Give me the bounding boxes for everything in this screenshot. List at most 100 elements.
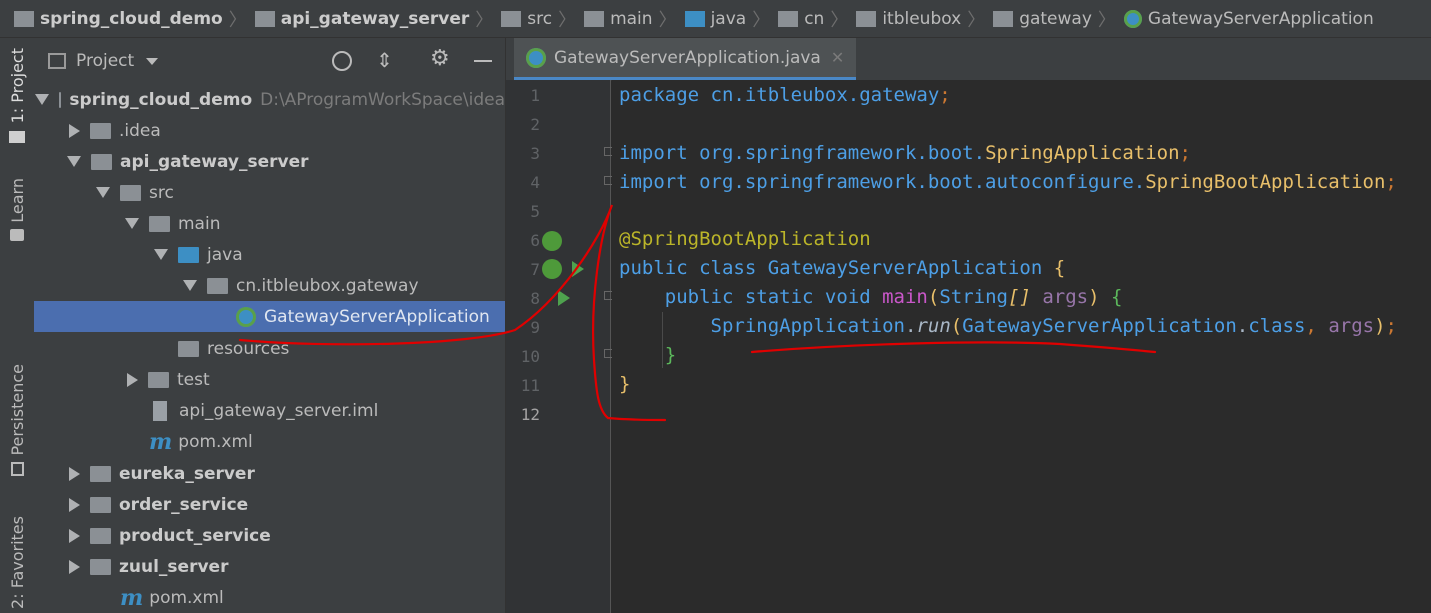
tree-node[interactable]: java: [34, 239, 505, 270]
tree-node-label: src: [149, 182, 174, 203]
tree-node-label: main: [178, 213, 221, 234]
line-number: 4: [530, 173, 540, 192]
line-number: 3: [530, 144, 540, 163]
tree-node-label: product_service: [119, 525, 271, 546]
breadcrumb-separator: 〉: [1097, 9, 1116, 31]
locate-target-icon[interactable]: [332, 51, 352, 71]
expand-arrow-icon[interactable]: [67, 156, 81, 167]
code-editor[interactable]: package cn.itbleubox.gateway; import org…: [612, 80, 1431, 613]
breadcrumb-item[interactable]: java 〉: [684, 0, 779, 38]
spring-boot-class-icon: [526, 47, 546, 68]
breadcrumb-label: spring_cloud_demo: [40, 8, 223, 29]
code-line: public class GatewayServerApplication {: [619, 257, 1066, 279]
breadcrumb-label: gateway: [1019, 8, 1092, 29]
source-folder-icon: [178, 246, 199, 263]
collapse-arrow-icon[interactable]: [69, 466, 80, 481]
tree-node[interactable]: src: [34, 177, 505, 208]
spring-bean-icon[interactable]: [542, 259, 562, 279]
spring-boot-class-icon: [236, 306, 256, 327]
collapse-arrow-icon[interactable]: [127, 372, 138, 387]
module-folder-icon: [90, 527, 111, 544]
collapse-all-icon[interactable]: ⇕: [376, 50, 393, 70]
code-line: }: [664, 344, 677, 366]
folder-icon: [501, 10, 522, 27]
line-number: 11: [520, 376, 540, 395]
gear-icon[interactable]: ⚙: [430, 48, 450, 70]
tree-node[interactable]: api_gateway_server: [34, 146, 505, 177]
persistence-tool-tab[interactable]: Persistence: [0, 364, 34, 476]
expand-arrow-icon[interactable]: [125, 218, 139, 229]
tree-node[interactable]: cn.itbleubox.gateway: [34, 270, 505, 301]
favorites-tool-tab[interactable]: 2: Favorites: [0, 516, 34, 609]
tree-node[interactable]: test: [34, 364, 505, 395]
breadcrumb-item[interactable]: api_gateway_server 〉: [254, 0, 502, 38]
line-number: 2: [530, 115, 540, 134]
editor-gutter: 1 2 3 4 5 6 7 8 9 10 11 12: [506, 80, 613, 613]
code-line: import org.springframework.boot.SpringAp…: [619, 142, 1191, 164]
breadcrumb-item[interactable]: src 〉: [501, 0, 584, 38]
minimize-icon[interactable]: [474, 60, 492, 62]
tree-node[interactable]: GatewayServerApplication: [34, 301, 505, 332]
breadcrumb-item[interactable]: main 〉: [584, 0, 684, 38]
code-line: import org.springframework.boot.autoconf…: [619, 171, 1397, 193]
expand-arrow-icon[interactable]: [96, 187, 110, 198]
tab-gateway-server-application[interactable]: GatewayServerApplication.java ✕: [514, 38, 857, 80]
tree-node[interactable]: spring_cloud_demo D:\AProgramWorkSpace\id…: [34, 84, 505, 115]
expand-arrow-icon[interactable]: [34, 94, 49, 105]
tree-node-label: api_gateway_server: [120, 151, 309, 172]
collapse-arrow-icon[interactable]: [69, 497, 80, 512]
close-icon[interactable]: ✕: [831, 48, 844, 67]
collapse-arrow-icon[interactable]: [69, 528, 80, 543]
expand-arrow-icon[interactable]: [154, 249, 168, 260]
breadcrumb-item[interactable]: GatewayServerApplication: [1123, 0, 1374, 38]
tree-node[interactable]: order_service: [34, 489, 505, 520]
maven-icon: m: [120, 584, 144, 611]
spring-bean-search-icon[interactable]: [542, 231, 562, 251]
project-tool-tab[interactable]: 1: Project: [0, 48, 34, 144]
breadcrumb-item[interactable]: gateway 〉: [993, 0, 1124, 38]
breadcrumb-item[interactable]: cn 〉: [778, 0, 856, 38]
breadcrumb: spring_cloud_demo 〉 api_gateway_server 〉 src…: [0, 0, 1431, 38]
learn-tool-tab[interactable]: Learn: [0, 178, 34, 241]
tree-node-label: cn.itbleubox.gateway: [236, 275, 419, 296]
tree-node[interactable]: .idea: [34, 115, 505, 146]
run-class-icon[interactable]: [572, 261, 584, 277]
breadcrumb-label: itbleubox: [882, 8, 962, 29]
tree-node-label: eureka_server: [119, 463, 255, 484]
tree-node[interactable]: eureka_server: [34, 458, 505, 489]
project-view-selector[interactable]: Project: [76, 51, 134, 71]
collapse-arrow-icon[interactable]: [69, 559, 80, 574]
code-line: public static void main(String[] args) {: [664, 286, 1123, 308]
breadcrumb-separator: 〉: [558, 9, 577, 31]
line-number: 1: [530, 86, 540, 105]
chevron-down-icon[interactable]: [146, 57, 159, 65]
tree-node[interactable]: main: [34, 208, 505, 239]
breadcrumb-separator: 〉: [658, 9, 677, 31]
tree-node-label: zuul_server: [119, 556, 229, 577]
line-number: 9: [530, 318, 540, 337]
module-folder-icon: [91, 153, 112, 170]
tree-node[interactable]: product_service: [34, 520, 505, 551]
run-main-icon[interactable]: [558, 290, 570, 306]
breadcrumb-separator: 〉: [830, 9, 849, 31]
breadcrumb-label: src: [527, 8, 553, 29]
breadcrumb-item[interactable]: itbleubox 〉: [856, 0, 993, 38]
expand-arrow-icon[interactable]: [183, 280, 197, 291]
tree-node-label: java: [207, 244, 243, 265]
line-number: 6: [530, 231, 540, 250]
editor-tab-bar: GatewayServerApplication.java ✕: [506, 38, 1431, 81]
code-line: package cn.itbleubox.gateway;: [619, 84, 951, 106]
module-folder-icon: [14, 10, 34, 27]
folder-icon: [9, 131, 25, 144]
collapse-arrow-icon[interactable]: [69, 123, 80, 138]
line-number: 12: [520, 405, 540, 424]
tree-node[interactable]: api_gateway_server.iml: [34, 395, 505, 426]
tree-node[interactable]: m pom.xml: [34, 426, 505, 457]
tree-node-label: resources: [207, 338, 290, 359]
tree-node[interactable]: zuul_server: [34, 551, 505, 582]
tree-node[interactable]: m pom.xml: [34, 582, 505, 613]
module-folder-icon: [90, 465, 111, 482]
tree-node[interactable]: resources: [34, 333, 505, 364]
breadcrumb-item[interactable]: spring_cloud_demo 〉: [14, 0, 255, 38]
tree-node-label: order_service: [119, 494, 249, 515]
